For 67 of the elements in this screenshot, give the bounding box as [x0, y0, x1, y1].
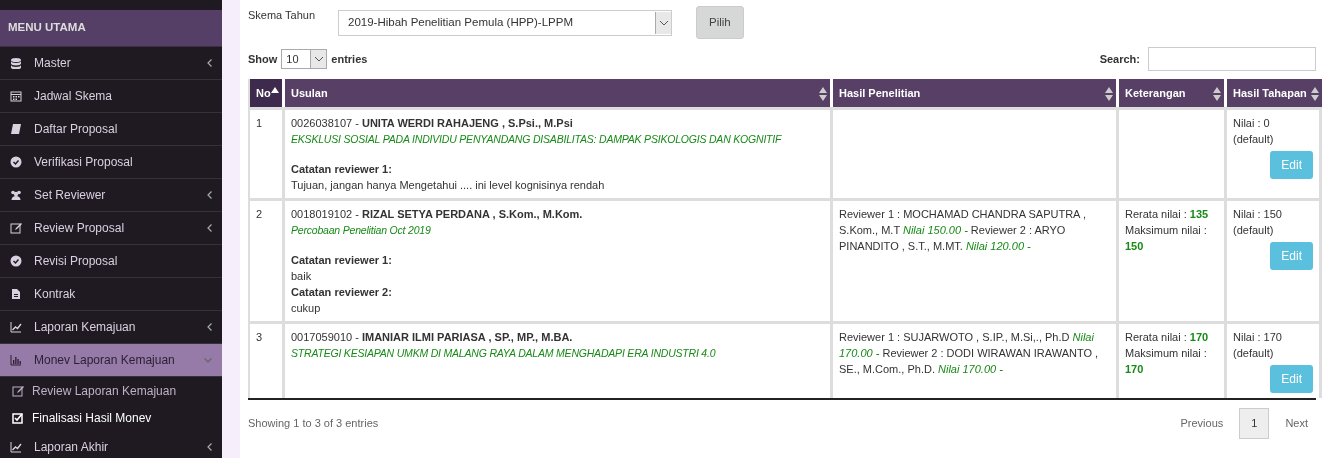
select-button[interactable]: Pilih	[696, 6, 744, 40]
file-icon	[10, 288, 22, 300]
column-header[interactable]: Keterangan	[1116, 79, 1224, 108]
table-info: Showing 1 to 3 of 3 entries	[248, 416, 379, 432]
proposer-name: 0018019102 - RIZAL SETYA PERDANA , S.Kom., M.Kom.	[291, 207, 584, 223]
proposer-name: 0017059010 - IMANIAR ILMI PARIASA , SP., MP., M.BA.	[291, 330, 574, 346]
users-icon	[10, 189, 22, 201]
note-label: Catatan reviewer 2:	[291, 285, 393, 301]
submenu-item[interactable]: Review Laporan Kemajuan	[0, 377, 222, 404]
column-header[interactable]: Usulan	[282, 79, 830, 108]
line-chart-icon	[10, 321, 22, 333]
column-header[interactable]: No	[248, 79, 282, 108]
page-button[interactable]: 1	[1239, 408, 1270, 439]
menu-item[interactable]: Monev Laporan Kemajuan	[0, 344, 222, 377]
table-cell: 3	[248, 321, 282, 399]
chevron-down-icon	[658, 20, 669, 26]
average-score: Rerata nilai : 135	[1125, 207, 1210, 223]
select-field[interactable]: 2019-Hibah Penelitian Pemula (HPP)-LPPM	[338, 10, 672, 36]
submenu-item[interactable]: Finalisasi Hasil Monev	[0, 404, 222, 431]
check-circle-icon	[10, 156, 22, 168]
show-label: Show	[248, 52, 278, 67]
previous-button[interactable]: Previous	[1180, 415, 1224, 432]
column-header[interactable]: Hasil Penelitian	[830, 79, 1116, 108]
proposal-title: Percobaan Penelitian Oct 2019	[291, 223, 432, 239]
score-text: Nilai : 150 (default)	[1233, 207, 1283, 239]
proposal-title: EKSKLUSI SOSIAL PADA INDIVIDU PENYANDANG DISABILITAS: DAMPAK PSIKOLOGIS DAN KOGNITIF	[291, 132, 783, 148]
sidebar-title: MENU UTAMA	[0, 10, 222, 47]
score-text: Nilai : 0 (default)	[1233, 116, 1275, 148]
bar-chart-icon	[10, 354, 22, 366]
maximum-score: Maksimum nilai : 170	[1125, 346, 1208, 378]
entries-select[interactable]: 10	[281, 49, 328, 70]
menu-item[interactable]: Verifikasi Proposal	[0, 146, 222, 179]
entries-label: entries	[331, 52, 368, 67]
note-label: Catatan reviewer 1:	[291, 253, 393, 269]
check-circle-icon	[10, 255, 22, 267]
book-icon	[10, 123, 22, 135]
note-label: Catatan reviewer 1:	[291, 162, 393, 178]
line-chart-icon	[10, 441, 22, 453]
database-icon	[10, 57, 22, 69]
average-score: Rerata nilai : 170	[1125, 330, 1210, 346]
score-text: Nilai : 170 (default)	[1233, 330, 1283, 362]
edit-icon	[10, 222, 22, 234]
menu-item[interactable]: Daftar Proposal	[0, 113, 222, 146]
checkbox-icon	[12, 411, 24, 424]
note-text: baik	[291, 269, 313, 285]
reviewer-scores: Reviewer 1 : MOCHAMAD CHANDRA SAPUTRA , S.Kom., M.T Nilai 150.00 - Reviewer 2 : ARYO PINANDITO , S.T., M.MT. Nilai 120.00 -	[839, 207, 1087, 255]
edit-icon	[12, 384, 24, 397]
calendar-icon	[10, 90, 22, 102]
next-button[interactable]: Next	[1285, 415, 1308, 432]
search-label: Search:	[1099, 52, 1140, 67]
menu-item[interactable]: Jadwal Skema	[0, 80, 222, 113]
proposal-title: STRATEGI KESIAPAN UMKM DI MALANG RAYA DALAM MENGHADAPI ERA INDUSTRI 4.0	[291, 346, 717, 362]
menu-item[interactable]: Master	[0, 47, 222, 80]
menu-item[interactable]: Kontrak	[0, 278, 222, 311]
column-header[interactable]: Hasil Tahapan	[1224, 79, 1322, 108]
table-cell: 1	[248, 107, 282, 199]
note-text: cukup	[291, 301, 322, 317]
chevron-down-icon	[313, 56, 324, 63]
reviewer-scores: Reviewer 1 : SUJARWOTO , S.IP., M.Si,., Ph.D Nilai 170.00 - Reviewer 2 : DODI WIRAWAN IRAWANTO , SE., M.Com., Ph.D. Nilai 170.00 -	[839, 330, 1100, 378]
table-cell: 2	[248, 198, 282, 322]
proposer-name: 0026038107 - UNITA WERDI RAHAJENG , S.Psi., M.Psi	[291, 116, 574, 132]
field-label: Skema Tahun	[248, 8, 317, 23]
maximum-score: Maksimum nilai : 150	[1125, 223, 1208, 255]
menu-item[interactable]: Review Proposal	[0, 212, 222, 245]
search-field[interactable]	[1148, 47, 1316, 72]
menu-item[interactable]: Revisi Proposal	[0, 245, 222, 278]
note-text: Tujuan, jangan hanya Mengetahui .... ini level kognisinya rendah	[291, 178, 606, 194]
